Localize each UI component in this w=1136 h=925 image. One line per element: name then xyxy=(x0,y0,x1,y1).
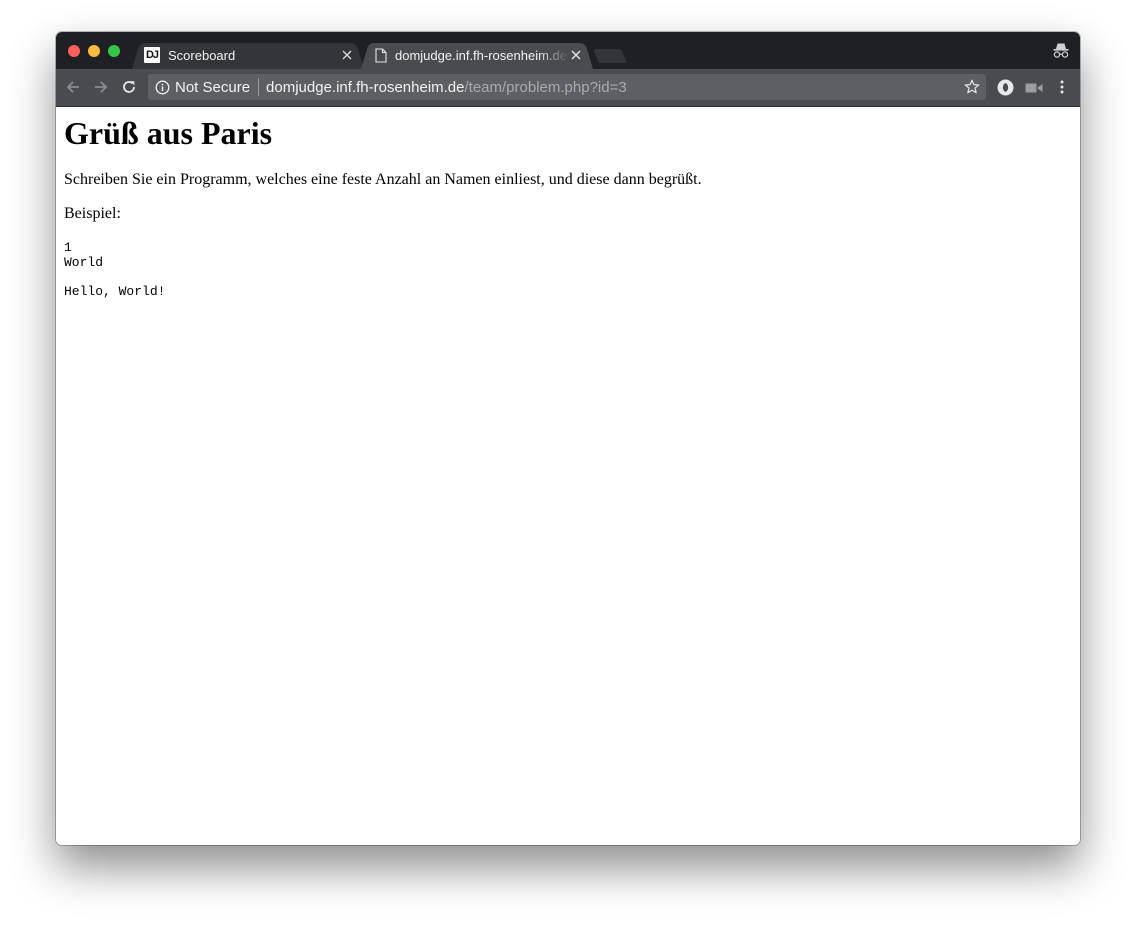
close-tab-icon[interactable] xyxy=(569,48,583,62)
camera-icon[interactable] xyxy=(1025,81,1043,93)
back-arrow-icon[interactable] xyxy=(64,78,82,96)
problem-description: Schreiben Sie ein Programm, welches eine… xyxy=(64,171,702,188)
address-bar[interactable]: Not Secure domjudge.inf.fh-rosenheim.de /… xyxy=(148,74,986,100)
example-output: Hello, World! xyxy=(64,284,166,299)
url-host: domjudge.inf.fh-rosenheim.de xyxy=(266,78,465,96)
page-content: Grüß aus Paris Schreiben Sie ein Program… xyxy=(56,107,1080,845)
example-input: 1 World xyxy=(64,240,104,270)
more-menu-icon[interactable] xyxy=(1056,79,1068,95)
browser-toolbar: Not Secure domjudge.inf.fh-rosenheim.de /… xyxy=(56,69,1080,107)
zoom-window-button[interactable] xyxy=(108,45,120,57)
close-window-button[interactable] xyxy=(68,45,80,57)
browser-window: DJ Scoreboard domjudge.inf.fh-rosenheim.… xyxy=(56,32,1080,845)
incognito-icon xyxy=(1052,41,1070,59)
close-tab-icon[interactable] xyxy=(340,48,354,62)
url-path: /team/problem.php?id=3 xyxy=(464,78,627,96)
new-tab-button[interactable] xyxy=(593,49,627,63)
reload-icon[interactable] xyxy=(120,78,138,96)
domjudge-favicon-icon: DJ xyxy=(144,47,160,63)
tab-strip: DJ Scoreboard domjudge.inf.fh-rosenheim.… xyxy=(56,32,1080,69)
page-title: Grüß aus Paris xyxy=(64,115,273,151)
tab-problem[interactable]: domjudge.inf.fh-rosenheim.de/ xyxy=(361,41,593,69)
address-separator xyxy=(258,78,260,96)
example-label: Beispiel: xyxy=(64,205,121,222)
tab-title: domjudge.inf.fh-rosenheim.de/ xyxy=(395,47,569,63)
extension-icon[interactable] xyxy=(997,79,1014,96)
forward-arrow-icon[interactable] xyxy=(92,78,110,96)
tab-title: Scoreboard xyxy=(168,47,236,63)
minimize-window-button[interactable] xyxy=(88,45,100,57)
info-icon[interactable] xyxy=(155,80,170,95)
tab-scoreboard[interactable]: DJ Scoreboard xyxy=(132,41,364,69)
document-icon xyxy=(375,47,387,63)
bookmark-star-icon[interactable] xyxy=(964,79,980,95)
security-label: Not Secure xyxy=(175,78,251,96)
